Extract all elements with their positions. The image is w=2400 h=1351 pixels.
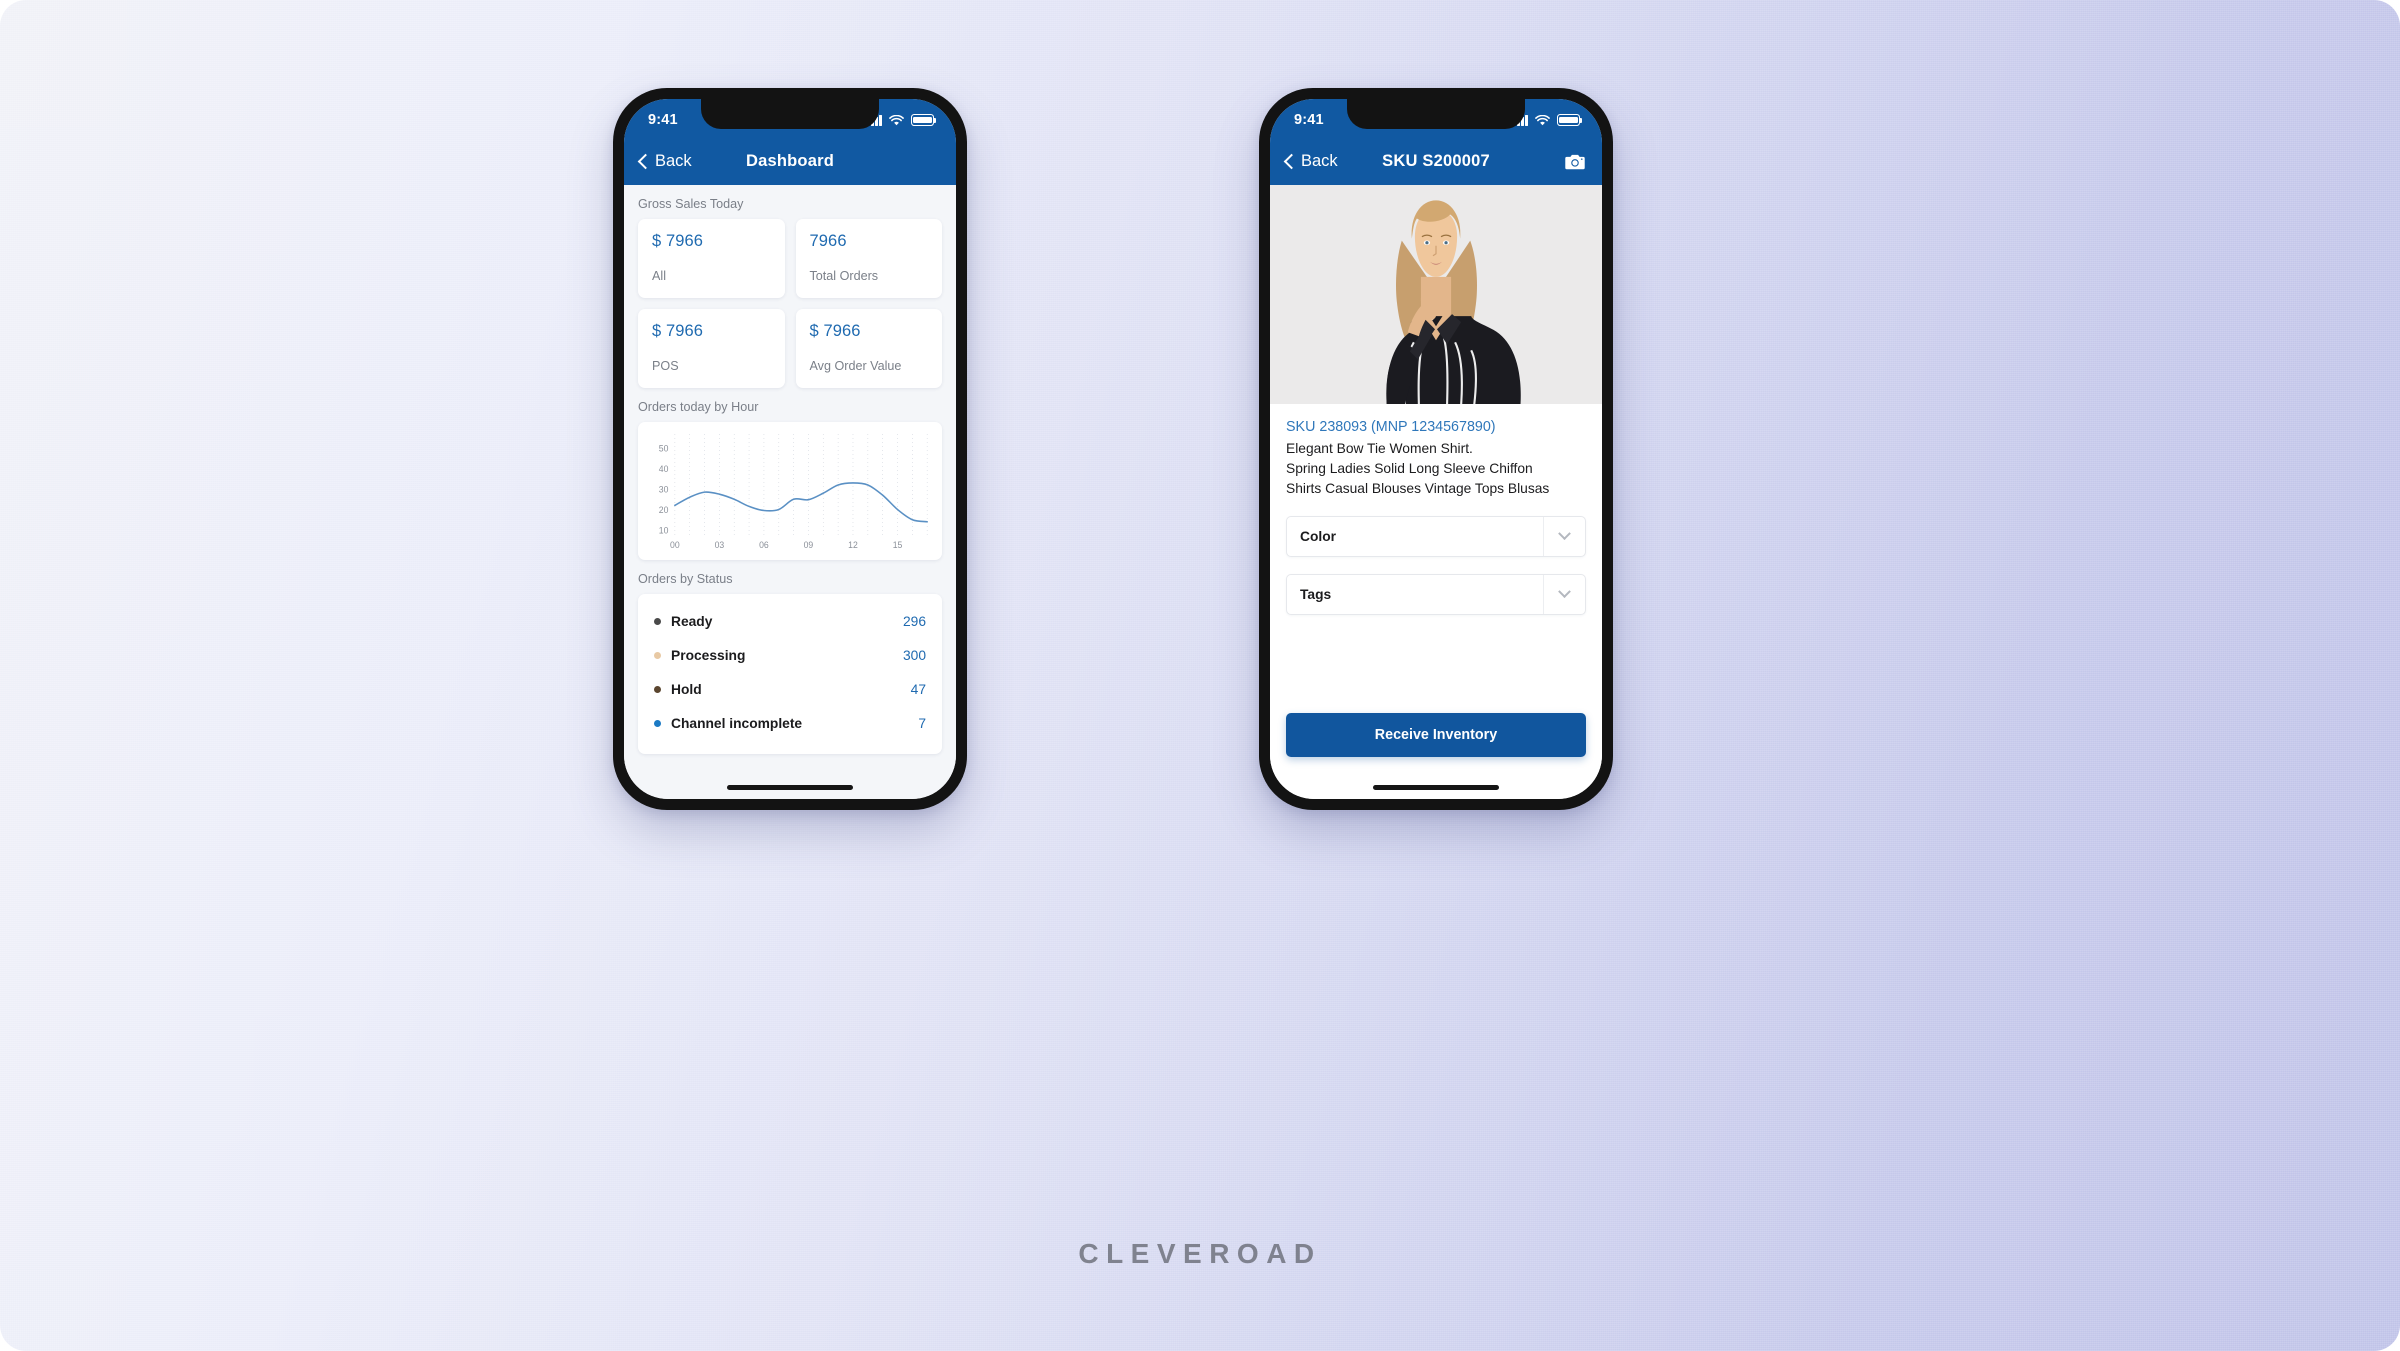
status-count: 7 bbox=[918, 715, 926, 731]
chevron-down-icon[interactable] bbox=[1543, 517, 1585, 556]
product-photo[interactable] bbox=[1270, 185, 1602, 404]
chart-x-tick-labels: 00 03 06 09 12 15 bbox=[670, 540, 902, 550]
battery-icon bbox=[1557, 114, 1582, 126]
chevron-left-icon bbox=[1283, 153, 1300, 169]
status-row-processing[interactable]: Processing 300 bbox=[654, 638, 926, 672]
kpi-card-all[interactable]: $ 7966 All bbox=[638, 219, 785, 298]
svg-text:00: 00 bbox=[670, 540, 680, 550]
phone-right-sku-detail: 9:41 Back SKU S200007 SKU 238093 (MNP 12… bbox=[1259, 88, 1613, 810]
wifi-icon bbox=[889, 114, 904, 125]
svg-text:12: 12 bbox=[848, 540, 858, 550]
status-dot bbox=[654, 685, 661, 693]
orders-status-section-label: Orders by Status bbox=[638, 572, 733, 586]
back-label: Back bbox=[1301, 151, 1338, 170]
home-indicator[interactable] bbox=[1373, 785, 1499, 790]
navbar-left: Back Dashboard bbox=[624, 137, 956, 185]
orders-by-status-card: Ready 296 Processing 300 Hold 47 Channel… bbox=[638, 594, 942, 754]
back-button-left[interactable]: Back bbox=[637, 151, 692, 171]
kpi-card-pos[interactable]: $ 7966 POS bbox=[638, 309, 785, 388]
wifi-icon bbox=[1535, 114, 1550, 125]
dashboard-content: Gross Sales Today $ 7966 All 7966 Total … bbox=[624, 185, 956, 799]
back-button-right[interactable]: Back bbox=[1283, 151, 1338, 171]
kpi-value: $ 7966 bbox=[652, 232, 704, 250]
home-indicator[interactable] bbox=[727, 785, 853, 790]
phone-left-screen: 9:41 Back Dashboard Gross Sales Today $ … bbox=[624, 99, 956, 799]
status-dot bbox=[654, 651, 661, 659]
product-photo-illustration bbox=[1270, 185, 1602, 404]
status-count: 300 bbox=[902, 647, 926, 663]
status-count: 47 bbox=[910, 681, 926, 697]
camera-button[interactable] bbox=[1564, 152, 1586, 171]
chart-y-tick-labels: 10 20 30 40 50 bbox=[659, 443, 669, 535]
battery-icon bbox=[911, 114, 936, 126]
orders-by-hour-chart[interactable]: 10 20 30 40 50 00 03 06 09 12 15 bbox=[638, 422, 942, 560]
chevron-down-icon[interactable] bbox=[1543, 575, 1585, 614]
status-label: Ready bbox=[671, 613, 713, 629]
kpi-label: Avg Order Value bbox=[809, 359, 902, 373]
status-label: Processing bbox=[671, 647, 746, 663]
orders-chart-section-label: Orders today by Hour bbox=[638, 400, 759, 414]
product-sku-line: SKU 238093 (MNP 1234567890) bbox=[1286, 419, 1496, 435]
svg-text:06: 06 bbox=[759, 540, 769, 550]
color-select[interactable]: Color bbox=[1286, 516, 1586, 557]
kpi-value: $ 7966 bbox=[652, 322, 704, 340]
svg-text:03: 03 bbox=[715, 540, 725, 550]
kpi-value: 7966 bbox=[809, 232, 847, 250]
notch bbox=[1347, 99, 1525, 129]
svg-text:30: 30 bbox=[659, 484, 669, 494]
kpi-card-total-orders[interactable]: 7966 Total Orders bbox=[795, 219, 942, 298]
status-label: Hold bbox=[671, 681, 702, 697]
navbar-right: Back SKU S200007 bbox=[1270, 137, 1602, 185]
orders-by-hour-svg: 10 20 30 40 50 00 03 06 09 12 15 bbox=[659, 434, 928, 550]
notch bbox=[701, 99, 879, 129]
chart-gridlines bbox=[674, 434, 928, 536]
chart-line-series bbox=[674, 482, 928, 523]
svg-text:10: 10 bbox=[659, 525, 669, 535]
kpi-card-grid: $ 7966 All 7966 Total Orders $ 7966 POS … bbox=[624, 219, 956, 388]
phone-left-dashboard: 9:41 Back Dashboard Gross Sales Today $ … bbox=[613, 88, 967, 810]
kpi-value: $ 7966 bbox=[809, 322, 861, 340]
kpi-label: POS bbox=[652, 359, 679, 373]
tags-select-label: Tags bbox=[1300, 587, 1332, 602]
receive-inventory-button[interactable]: Receive Inventory bbox=[1286, 713, 1586, 757]
svg-text:40: 40 bbox=[659, 464, 669, 474]
status-time: 9:41 bbox=[648, 112, 678, 128]
product-detail-body: SKU 238093 (MNP 1234567890) Elegant Bow … bbox=[1270, 404, 1602, 799]
status-row-channel-incomplete[interactable]: Channel incomplete 7 bbox=[654, 706, 926, 740]
kpi-card-avg-order-value[interactable]: $ 7966 Avg Order Value bbox=[795, 309, 942, 388]
svg-text:20: 20 bbox=[659, 505, 669, 515]
status-count: 296 bbox=[902, 613, 926, 629]
status-row-ready[interactable]: Ready 296 bbox=[654, 604, 926, 638]
status-dot bbox=[654, 719, 661, 727]
status-dot bbox=[654, 617, 661, 625]
tags-select[interactable]: Tags bbox=[1286, 574, 1586, 615]
page-canvas: 9:41 Back Dashboard Gross Sales Today $ … bbox=[0, 0, 2400, 1351]
back-label: Back bbox=[655, 151, 692, 170]
cleveroad-logo: CLEVEROAD bbox=[1078, 1238, 1322, 1269]
camera-icon bbox=[1565, 154, 1585, 169]
kpi-label: All bbox=[652, 269, 666, 283]
color-select-label: Color bbox=[1300, 529, 1337, 544]
status-label: Channel incomplete bbox=[671, 715, 803, 731]
product-description: Elegant Bow Tie Women Shirt. Spring Ladi… bbox=[1286, 441, 1550, 496]
chevron-left-icon bbox=[637, 153, 654, 169]
svg-text:15: 15 bbox=[893, 540, 903, 550]
phone-right-screen: 9:41 Back SKU S200007 SKU 238093 (MNP 12… bbox=[1270, 99, 1602, 799]
svg-text:50: 50 bbox=[659, 443, 669, 453]
status-row-hold[interactable]: Hold 47 bbox=[654, 672, 926, 706]
gross-sales-section-label: Gross Sales Today bbox=[638, 197, 744, 211]
svg-text:09: 09 bbox=[804, 540, 814, 550]
kpi-label: Total Orders bbox=[809, 269, 879, 283]
status-time: 9:41 bbox=[1294, 112, 1324, 128]
